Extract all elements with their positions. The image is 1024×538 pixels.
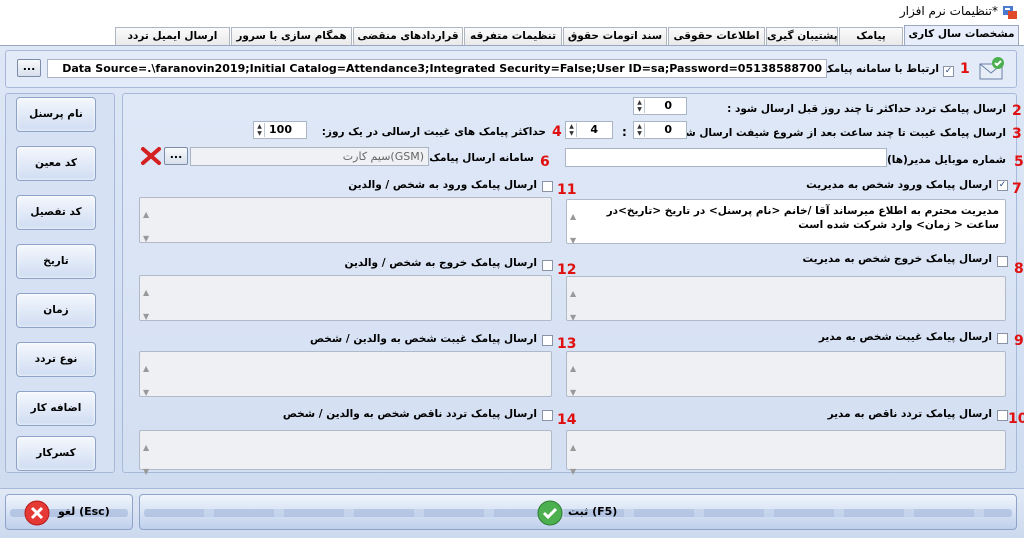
row-number-2: 2 xyxy=(1012,103,1022,119)
sms-system-label: سامانه ارسال پیامک : xyxy=(421,152,534,164)
entry-to-person-label: ارسال پیامک ورود به شخص / والدین xyxy=(348,179,537,191)
tab-sms[interactable]: پیامک xyxy=(839,27,903,46)
insert-personnel-name-button[interactable]: نام پرسنل xyxy=(16,97,96,132)
entry-to-manager-message[interactable]: مدیریت محترم به اطلاع میرساند آقا /خانم … xyxy=(566,199,1006,245)
cancel-label: لغو (Esc) xyxy=(58,505,110,518)
incomplete-to-manager-checkbox[interactable] xyxy=(997,410,1008,421)
row-number-5: 5 xyxy=(1014,154,1024,170)
tab-strip: مشخصات سال کاری پیامک پشتیبان گیری اطلاع… xyxy=(0,24,1024,47)
memo-scroll-icon[interactable]: ▲ ▼ xyxy=(570,436,576,484)
tab-backup[interactable]: پشتیبان گیری xyxy=(766,27,838,46)
connection-browse-button[interactable]: ... xyxy=(17,59,41,77)
incomplete-to-manager-message[interactable]: ▲ ▼ xyxy=(566,430,1006,476)
checkmark-icon xyxy=(537,500,563,526)
absence-to-person-message[interactable]: ▲ ▼ xyxy=(139,351,552,397)
manager-mobile-field[interactable] xyxy=(565,148,887,167)
exit-to-person-message[interactable]: ▲ ▼ xyxy=(139,275,552,321)
tab-expired-contracts[interactable]: قراردادهای منقضی xyxy=(353,27,463,46)
spinner-arrows-icon[interactable]: ▲ ▼ xyxy=(255,123,265,137)
absence-to-person-label: ارسال پیامک غیبت شخص به والدین / شخص xyxy=(309,333,537,345)
max-absence-sms-spinner[interactable]: ▲ ▼ 100 xyxy=(253,121,307,139)
incomplete-to-person-label: ارسال پیامک تردد ناقص شخص به والدین / شخ… xyxy=(282,408,537,420)
row-number-8: 8 xyxy=(1014,261,1024,277)
sms-system-field[interactable]: سیم کارت(GSM) xyxy=(190,147,429,166)
insert-code-moein-button[interactable]: کد معین xyxy=(16,146,96,181)
tab-legal-info[interactable]: اطلاعات حقوقی xyxy=(668,27,765,46)
memo-scroll-icon[interactable]: ▲ ▼ xyxy=(570,357,576,405)
insert-overtime-button[interactable]: اضافه کار xyxy=(16,391,96,426)
app-icon xyxy=(1003,6,1017,19)
cancel-x-icon xyxy=(24,500,50,526)
tab-misc-settings[interactable]: تنظیمات متفرقه xyxy=(464,27,562,46)
incomplete-to-person-checkbox[interactable] xyxy=(542,410,553,421)
entry-to-manager-checkbox[interactable]: ✓ xyxy=(997,180,1008,191)
connection-string-field[interactable]: Data Source=.\faranovin2019;Initial Cata… xyxy=(47,59,827,78)
cancel-button[interactable]: لغو (Esc) xyxy=(5,494,133,530)
row-number-3: 3 xyxy=(1012,126,1022,142)
window-title: تنظیمات نرم افزار* xyxy=(899,4,998,18)
tab-server-sync[interactable]: همگام سازی با سرور xyxy=(231,27,352,46)
row-number-6: 6 xyxy=(540,154,550,170)
absence-to-manager-label: ارسال پیامک غیبت شخص به مدیر xyxy=(818,331,992,343)
sms-system-browse-button[interactable]: ... xyxy=(164,147,188,165)
row-number-14: 14 xyxy=(557,412,577,428)
memo-scroll-icon[interactable]: ▲ ▼ xyxy=(570,205,576,253)
exit-to-manager-checkbox[interactable] xyxy=(997,256,1008,267)
entry-to-manager-label: ارسال پیامک ورود شخص به مدیریت xyxy=(806,179,992,191)
memo-scroll-icon[interactable]: ▲ ▼ xyxy=(143,436,149,484)
absence-minutes-spinner[interactable]: ▲ ▼ 4 xyxy=(565,121,613,139)
row-number-4: 4 xyxy=(552,124,562,140)
insert-date-button[interactable]: تاریخ xyxy=(16,244,96,279)
row-number-1: 1 xyxy=(960,61,970,77)
sms-connection-checkbox[interactable]: ✓ xyxy=(943,66,954,77)
exit-to-manager-message[interactable]: ▲ ▼ xyxy=(566,276,1006,322)
title-bar: تنظیمات نرم افزار* xyxy=(0,0,1024,24)
row-number-12: 12 xyxy=(557,262,577,278)
entry-to-person-checkbox[interactable] xyxy=(542,181,553,192)
absence-to-manager-checkbox[interactable] xyxy=(997,333,1008,344)
row-number-9: 9 xyxy=(1014,333,1024,349)
exit-to-person-label: ارسال پیامک خروج به شخص / والدین xyxy=(344,257,537,269)
entry-to-person-message[interactable]: ▲ ▼ xyxy=(139,197,552,243)
row-number-10: 10 xyxy=(1008,411,1024,427)
incomplete-to-manager-label: ارسال پیامک تردد ناقص به مدیر xyxy=(827,408,992,420)
spinner-arrows-icon[interactable]: ▲ ▼ xyxy=(635,123,645,137)
spinner-arrows-icon[interactable]: ▲ ▼ xyxy=(567,123,577,137)
row-number-11: 11 xyxy=(557,182,577,198)
insert-code-tafsil-button[interactable]: کد تفصیل xyxy=(16,195,96,230)
insert-attendance-type-button[interactable]: نوع تردد xyxy=(16,342,96,377)
tab-auto-voucher[interactable]: سند اتومات حقوق xyxy=(563,27,667,46)
exit-to-manager-label: ارسال پیامک خروج شخص به مدیریت xyxy=(802,253,992,265)
days-before-spinner[interactable]: ▲ ▼ 0 xyxy=(633,97,687,115)
insert-time-button[interactable]: زمان xyxy=(16,293,96,328)
tab-email-attendance[interactable]: ارسال ایمیل تردد xyxy=(115,27,230,46)
row-number-7: 7 xyxy=(1012,181,1022,197)
insert-deficit-button[interactable]: کسرکار xyxy=(16,436,96,471)
memo-scroll-icon[interactable]: ▲ ▼ xyxy=(143,357,149,405)
sms-connection-label: ارتباط با سامانه پیامک xyxy=(822,63,939,75)
save-button[interactable]: ثبت (F5) xyxy=(139,494,1017,530)
spinner-arrows-icon[interactable]: ▲ ▼ xyxy=(635,99,645,113)
absence-to-person-checkbox[interactable] xyxy=(542,335,553,346)
manager-mobile-label: شماره موبایل مدیر(ها) : xyxy=(879,154,1006,166)
memo-scroll-icon[interactable]: ▲ ▼ xyxy=(570,282,576,330)
absence-hours-label: ارسال پیامک غیبت تا چند ساعت بعد از شروع… xyxy=(665,127,1006,139)
max-absence-sms-label: حداکثر پیامک های غیبت ارسالی در یک روز: xyxy=(321,126,546,138)
save-label: ثبت (F5) xyxy=(568,505,618,518)
days-before-label: ارسال پیامک تردد حداکثر تا چند روز قبل ا… xyxy=(727,103,1006,115)
row-number-13: 13 xyxy=(557,336,577,352)
memo-scroll-icon[interactable]: ▲ ▼ xyxy=(143,203,149,251)
time-separator: : xyxy=(622,125,627,139)
clear-x-icon[interactable] xyxy=(140,146,162,166)
incomplete-to-person-message[interactable]: ▲ ▼ xyxy=(139,430,552,476)
absence-to-manager-message[interactable]: ▲ ▼ xyxy=(566,351,1006,397)
memo-scroll-icon[interactable]: ▲ ▼ xyxy=(143,281,149,329)
sms-mail-icon xyxy=(979,57,1004,80)
tab-year-info[interactable]: مشخصات سال کاری xyxy=(904,25,1019,47)
absence-hours-spinner[interactable]: ▲ ▼ 0 xyxy=(633,121,687,139)
exit-to-person-checkbox[interactable] xyxy=(542,260,553,271)
